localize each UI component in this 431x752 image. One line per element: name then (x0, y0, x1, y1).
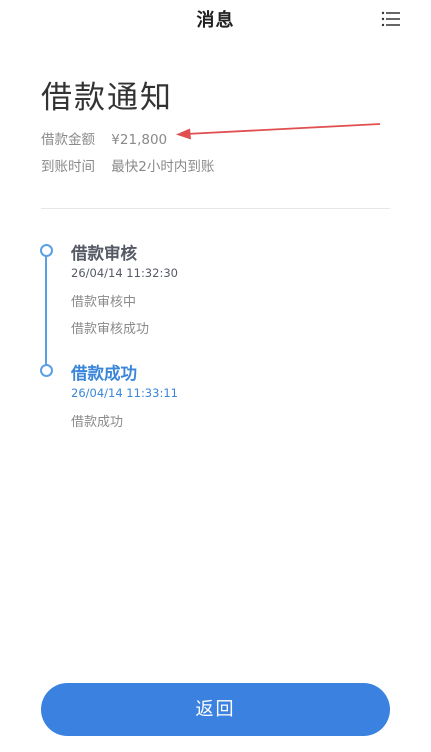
page-title: 借款通知 (41, 80, 173, 116)
timeline-dot-step-1 (40, 244, 53, 257)
arrival-time-row: 到账时间 最快2小时内到账 (41, 155, 214, 175)
top-bar: 消息 (0, 0, 431, 40)
arrival-time-value: 最快2小时内到账 (111, 159, 215, 175)
section-divider (41, 208, 390, 209)
step-review-title: 借款审核 (71, 244, 137, 263)
list-menu-icon[interactable] (381, 9, 401, 29)
timeline-dot-step-2 (40, 364, 53, 377)
back-button[interactable]: 返回 (41, 683, 390, 736)
loan-amount-label: 借款金额 (41, 132, 95, 148)
loan-amount-row: 借款金额 ¥21,800 (41, 128, 167, 148)
step-success-detail-1: 借款成功 (71, 415, 124, 430)
step-success-title: 借款成功 (71, 364, 137, 383)
step-review-detail-1: 借款审核中 (71, 295, 137, 310)
loan-amount-value: ¥21,800 (111, 132, 168, 148)
step-review-time: 26/04/14 11:32:30 (71, 266, 178, 280)
header-title: 消息 (196, 10, 235, 31)
timeline-line (45, 252, 47, 370)
step-review-detail-2: 借款审核成功 (71, 322, 150, 337)
step-success-time: 26/04/14 11:33:11 (71, 386, 178, 400)
arrival-time-label: 到账时间 (41, 159, 95, 175)
